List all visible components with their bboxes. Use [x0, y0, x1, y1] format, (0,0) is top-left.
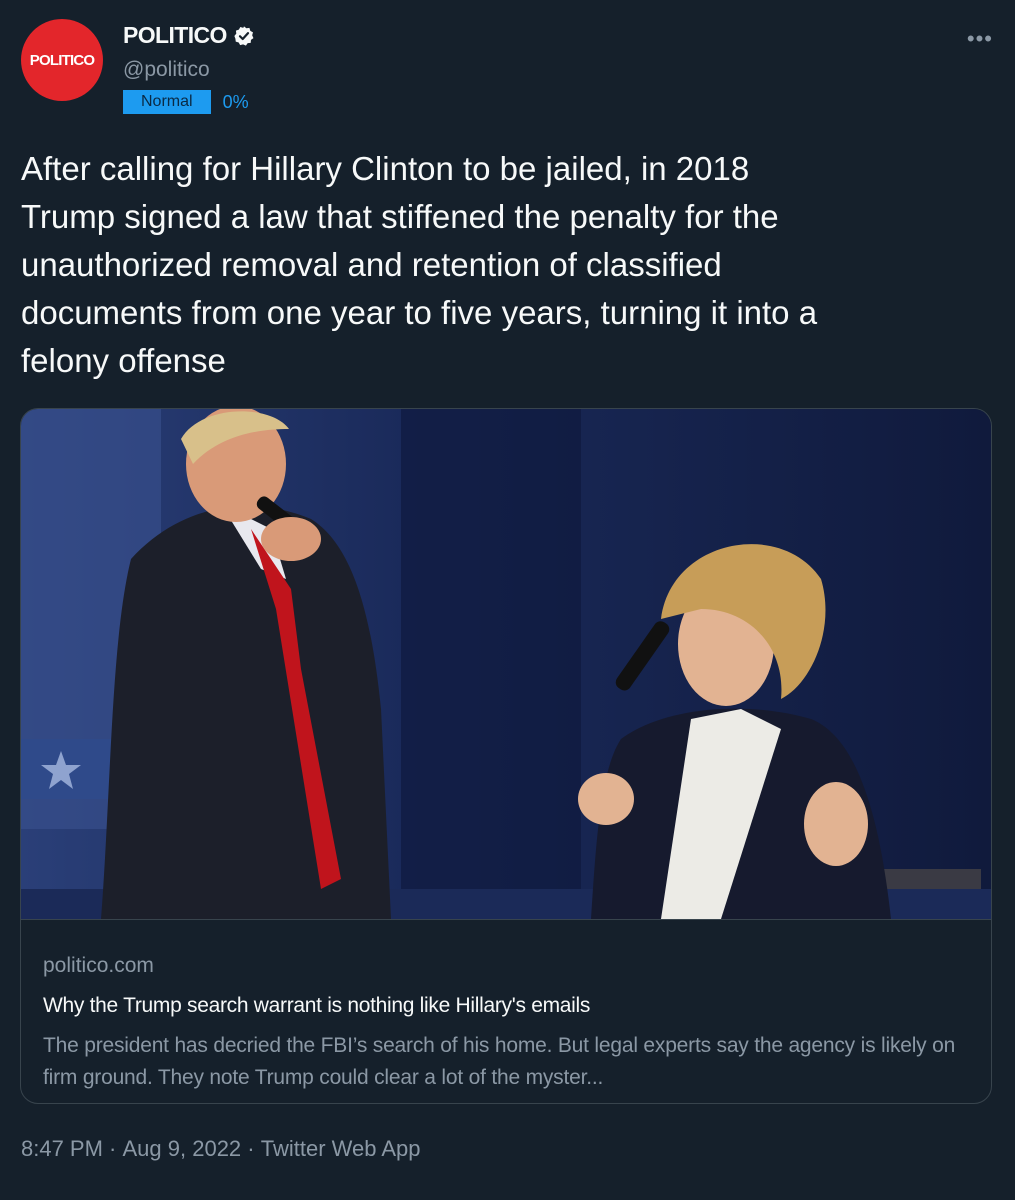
- card-title: Why the Trump search warrant is nothing …: [43, 994, 591, 1017]
- card-domain: politico.com: [43, 954, 154, 977]
- meta-separator: ·: [241, 1136, 261, 1161]
- status-badge: Normal: [123, 90, 211, 114]
- handle[interactable]: @politico: [123, 58, 210, 82]
- more-options-icon[interactable]: •••: [967, 26, 993, 52]
- tweet-meta: 8:47 PM · Aug 9, 2022 · Twitter Web App: [21, 1136, 421, 1162]
- verified-badge-icon: [234, 25, 254, 46]
- meta-separator: ·: [102, 1136, 123, 1161]
- badge-row: Normal 0%: [123, 90, 249, 114]
- link-card[interactable]: politico.com Why the Trump search warran…: [20, 408, 992, 1104]
- tweet-date[interactable]: Aug 9, 2022: [123, 1136, 242, 1162]
- tweet-time[interactable]: 8:47 PM: [21, 1136, 103, 1162]
- card-image[interactable]: [21, 409, 991, 919]
- tweet-source[interactable]: Twitter Web App: [261, 1136, 421, 1162]
- tweet-text: After calling for Hillary Clinton to be …: [21, 150, 818, 379]
- card-body[interactable]: politico.com Why the Trump search warran…: [21, 919, 991, 1103]
- status-percent: 0%: [222, 91, 249, 112]
- display-name[interactable]: POLITICO: [123, 22, 227, 49]
- avatar-logo-text: POLITICO: [29, 51, 95, 69]
- avatar[interactable]: POLITICO: [21, 19, 103, 101]
- card-description: The president has decried the FBI’s sear…: [43, 1034, 956, 1089]
- name-row: POLITICO: [123, 22, 255, 49]
